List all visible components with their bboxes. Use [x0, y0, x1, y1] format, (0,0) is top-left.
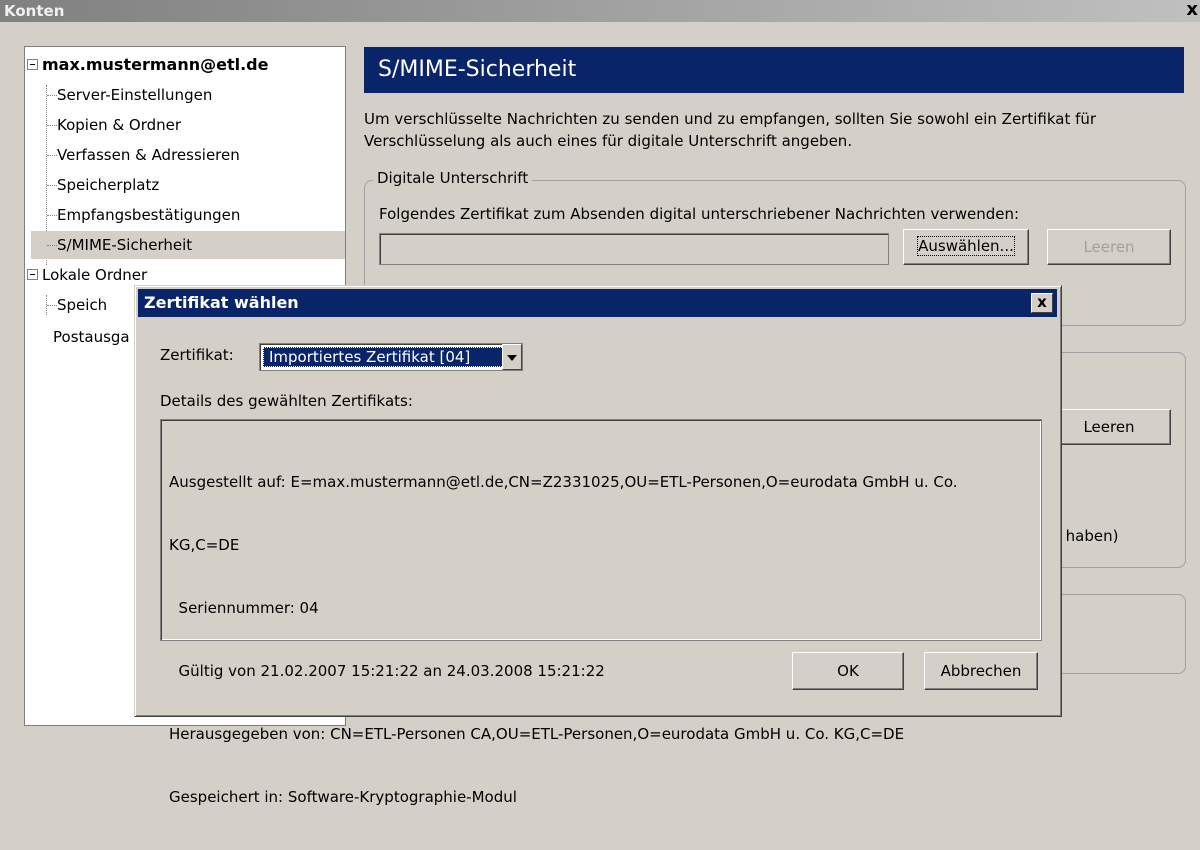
tree-account-item[interactable]: max.mustermann@etl.de	[27, 51, 268, 79]
signature-cert-field[interactable]	[379, 233, 889, 265]
collapse-icon[interactable]	[27, 269, 38, 280]
cert-select-value: Importiertes Zertifikat [04]	[263, 347, 506, 367]
cert-details-box[interactable]: Ausgestellt auf: E=max.mustermann@etl.de…	[160, 419, 1042, 806]
signature-group-legend: Digitale Unterschrift	[373, 169, 533, 187]
details-line: Seriennummer: 04	[169, 599, 319, 617]
dialog-close-button[interactable]: x	[1031, 293, 1053, 313]
dialog-title-bar: Zertifikat wählen x	[138, 289, 1057, 317]
cert-select[interactable]: Importiertes Zertifikat [04]	[259, 343, 523, 371]
ok-button[interactable]: OK	[792, 652, 904, 690]
tree-branch	[47, 95, 57, 96]
clear-encryption-button[interactable]: Leeren	[1047, 409, 1171, 445]
panel-title: S/MIME-Sicherheit	[364, 47, 1184, 93]
window-title-bar: Konten x	[0, 0, 1200, 22]
tree-account-label: max.mustermann@etl.de	[42, 55, 269, 74]
details-label: Details des gewählten Zertifikats:	[160, 392, 413, 410]
tree-branch	[47, 185, 57, 186]
window-title: Konten	[4, 2, 65, 20]
tree-local-folders[interactable]: Lokale Ordner	[27, 261, 147, 289]
tree-branch	[47, 155, 57, 156]
ok-button-label: OK	[837, 662, 859, 680]
details-line: Ausgestellt auf: E=max.mustermann@etl.de…	[169, 473, 958, 491]
clear-cert-button-label: Leeren	[1083, 238, 1135, 256]
collapse-icon[interactable]	[27, 59, 38, 70]
partial-option-text: t haben)	[1055, 527, 1119, 545]
tree-branch	[47, 215, 57, 216]
tree-item-label: Lokale Ordner	[42, 266, 148, 284]
tree-item-label: Kopien & Ordner	[57, 116, 182, 134]
tree-branch	[47, 125, 57, 126]
details-line: Gespeichert in: Software-Kryptographie-M…	[169, 788, 517, 806]
window-close-button[interactable]: x	[1186, 0, 1198, 20]
tree-item-smime[interactable]: S/MIME-Sicherheit	[31, 231, 345, 259]
select-cert-button[interactable]: Auswählen...	[903, 229, 1029, 265]
select-cert-button-label: Auswählen...	[917, 236, 1015, 256]
tree-item-disk-space[interactable]: Speicherplatz	[47, 171, 159, 199]
details-line: Herausgegeben von: CN=ETL-Personen CA,OU…	[169, 725, 905, 743]
tree-item-label: Server-Einstellungen	[57, 86, 213, 104]
cancel-button-label: Abbrechen	[940, 662, 1022, 680]
tree-item-composition[interactable]: Verfassen & Adressieren	[47, 141, 240, 169]
details-line: KG,C=DE	[169, 536, 240, 554]
signature-label: Folgendes Zertifikat zum Absenden digita…	[379, 205, 1020, 223]
tree-item-copies-folders[interactable]: Kopien & Ordner	[47, 111, 181, 139]
tree-item-label: S/MIME-Sicherheit	[57, 236, 193, 254]
dropdown-arrow-icon[interactable]	[502, 344, 522, 370]
tree-item-label: Verfassen & Adressieren	[57, 146, 240, 164]
tree-item-label: Speicherplatz	[57, 176, 160, 194]
tree-item-label: Postausga	[53, 328, 130, 346]
tree-item-label: Empfangsbestätigungen	[57, 206, 241, 224]
cancel-button[interactable]: Abbrechen	[924, 652, 1038, 690]
clear-cert-button[interactable]: Leeren	[1047, 229, 1171, 265]
tree-outgoing-server[interactable]: Postausga	[53, 323, 130, 351]
tree-item-server-settings[interactable]: Server-Einstellungen	[47, 81, 212, 109]
select-cert-dialog: Zertifikat wählen x Zertifikat: Importie…	[134, 285, 1062, 806]
panel-description: Um verschlüsselte Nachrichten zu senden …	[364, 110, 1097, 150]
dialog-title: Zertifikat wählen	[144, 293, 299, 312]
tree-item-receipts[interactable]: Empfangsbestätigungen	[47, 201, 240, 229]
cert-label: Zertifikat:	[160, 346, 234, 364]
tree-branch	[47, 305, 57, 306]
tree-branch	[47, 245, 57, 246]
tree-item-label: Speich	[57, 296, 108, 314]
tree-item-local-storage[interactable]: Speich	[47, 291, 107, 319]
clear-encryption-button-label: Leeren	[1083, 418, 1135, 436]
